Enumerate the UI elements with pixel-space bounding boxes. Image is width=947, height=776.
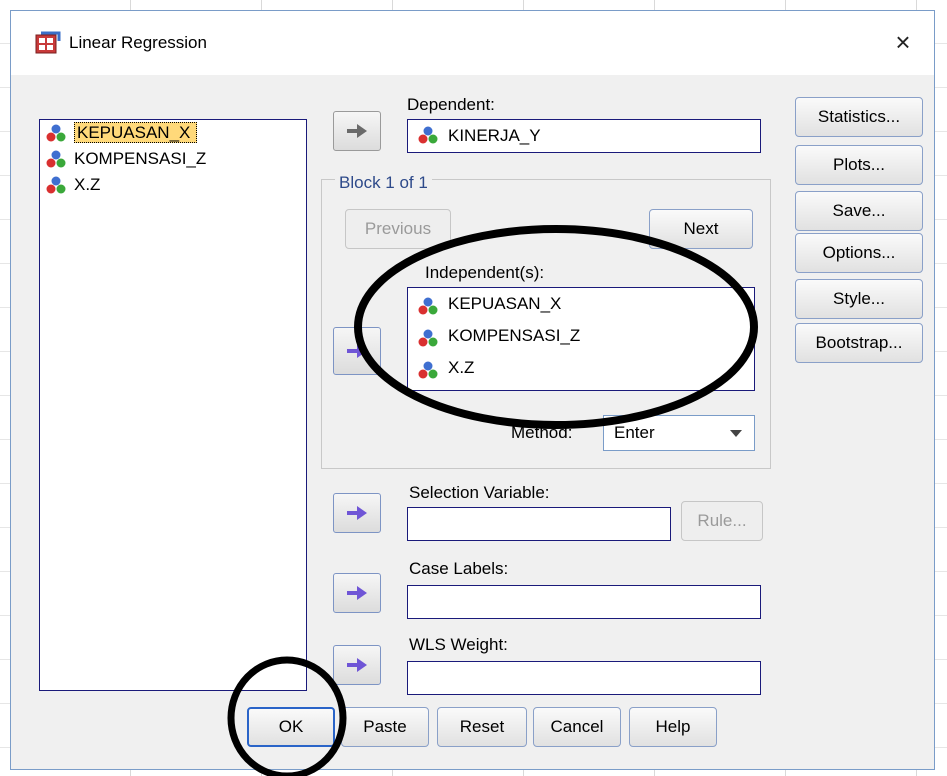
list-item[interactable]: KOMPENSASI_Z [40, 146, 306, 172]
close-icon[interactable]: × [886, 25, 920, 59]
block-title: Block 1 of 1 [335, 173, 432, 193]
bootstrap-button[interactable]: Bootstrap... [795, 323, 923, 363]
source-variable-list[interactable]: KEPUASAN_X KOMPENSASI_Z X.Z [39, 119, 307, 691]
move-to-wls-weight-button[interactable] [333, 645, 381, 685]
method-select[interactable]: Enter [603, 415, 755, 451]
list-item[interactable]: KEPUASAN_X [408, 288, 754, 320]
move-to-case-labels-button[interactable] [333, 573, 381, 613]
independents-list[interactable]: KEPUASAN_X KOMPENSASI_Z X.Z [407, 287, 755, 391]
nominal-variable-icon [418, 359, 438, 379]
nominal-variable-icon [418, 126, 438, 145]
move-to-dependent-button[interactable] [333, 111, 381, 151]
nominal-variable-icon [46, 150, 66, 169]
regression-app-icon [35, 31, 61, 55]
rule-button[interactable]: Rule... [681, 501, 763, 541]
wls-weight-label: WLS Weight: [409, 635, 508, 654]
statistics-button[interactable]: Statistics... [795, 97, 923, 137]
cancel-button[interactable]: Cancel [533, 707, 621, 747]
ok-button[interactable]: OK [247, 707, 335, 747]
dependent-value: KINERJA_Y [448, 126, 541, 145]
linear-regression-dialog: Linear Regression × KEPUASAN_X KOMPENSAS… [10, 10, 935, 770]
previous-button[interactable]: Previous [345, 209, 451, 249]
options-button[interactable]: Options... [795, 233, 923, 273]
dependent-label: Dependent: [407, 95, 495, 114]
arrow-right-icon [347, 344, 367, 358]
case-labels-field[interactable] [407, 585, 761, 619]
method-label: Method: [511, 423, 573, 442]
move-to-selection-button[interactable] [333, 493, 381, 533]
selection-variable-label: Selection Variable: [409, 483, 550, 502]
dependent-field[interactable]: KINERJA_Y [407, 119, 761, 153]
nominal-variable-icon [418, 295, 438, 315]
independents-label: Independent(s): [425, 263, 545, 282]
paste-button[interactable]: Paste [341, 707, 429, 747]
style-button[interactable]: Style... [795, 279, 923, 319]
list-item[interactable]: KOMPENSASI_Z [408, 320, 754, 352]
reset-button[interactable]: Reset [437, 707, 527, 747]
move-to-independents-button[interactable] [333, 327, 381, 375]
nominal-variable-icon [46, 124, 66, 143]
arrow-right-icon [347, 658, 367, 672]
save-button[interactable]: Save... [795, 191, 923, 231]
list-item[interactable]: X.Z [40, 172, 306, 198]
selection-variable-field[interactable] [407, 507, 671, 541]
method-value: Enter [614, 423, 655, 442]
arrow-right-icon [347, 586, 367, 600]
plots-button[interactable]: Plots... [795, 145, 923, 185]
arrow-right-icon [347, 506, 367, 520]
nominal-variable-icon [46, 176, 66, 195]
list-item[interactable]: X.Z [408, 352, 754, 384]
case-labels-label: Case Labels: [409, 559, 509, 578]
list-item[interactable]: KEPUASAN_X [40, 120, 306, 146]
nominal-variable-icon [418, 327, 438, 347]
help-button[interactable]: Help [629, 707, 717, 747]
next-button[interactable]: Next [649, 209, 753, 249]
title-bar: Linear Regression × [11, 11, 934, 75]
window-title: Linear Regression [69, 33, 207, 52]
chevron-down-icon [730, 430, 742, 437]
wls-weight-field[interactable] [407, 661, 761, 695]
arrow-right-icon [347, 124, 367, 138]
